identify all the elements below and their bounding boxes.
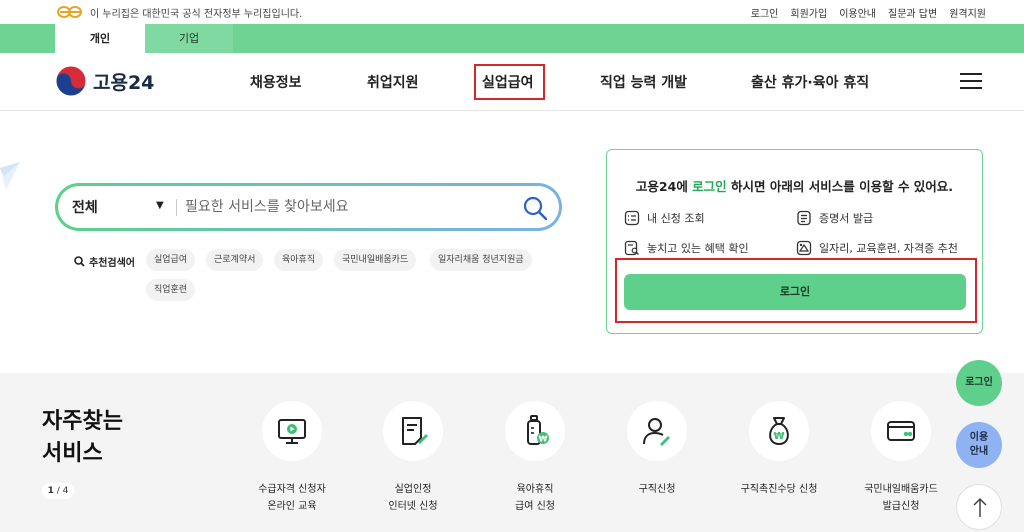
recommendation-icon (796, 240, 812, 256)
favorite-label: 국민내일배움카드 발급신청 (864, 484, 938, 512)
favorite-label: 실업인정 인터넷 신청 (388, 484, 438, 512)
login-card: 고용24에 로그인 하시면 아래의 서비스를 이용할 수 있어요. 내 신청 조… (606, 149, 983, 334)
search-divider (176, 199, 177, 216)
document-edit-icon[interactable] (383, 401, 443, 461)
site-logo[interactable]: 고용24 (55, 65, 154, 97)
caret-down-icon[interactable]: ▼ (156, 200, 164, 211)
recommended-label-text: 추천검색어 (89, 258, 135, 269)
service-missed-benefits: 놓치고 있는 혜택 확인 (624, 240, 749, 256)
scroll-top-button[interactable] (956, 484, 1002, 530)
person-edit-icon[interactable] (627, 401, 687, 461)
money-bag-icon[interactable]: ₩ (749, 401, 809, 461)
favorite-label: 육아휴직 급여 신청 (515, 484, 555, 512)
certificate-icon (797, 210, 811, 226)
pager-separator: / (53, 486, 63, 496)
favorite-unemployment-recognition[interactable]: 실업인정 인터넷 신청 (353, 401, 473, 515)
egov-logo-icon (57, 6, 82, 18)
favorite-label: 수급자격 신청자 온라인 교육 (258, 484, 326, 512)
util-qna-link[interactable]: 질문과 답변 (888, 5, 937, 20)
svg-text:₩: ₩ (773, 431, 784, 442)
main-nav: 고용24 채용정보 취업지원 실업급여 직업 능력 개발 출산 휴가·육아 휴직 (0, 53, 1024, 111)
util-guide-link[interactable]: 이용안내 (839, 5, 876, 20)
svg-text:₩: ₩ (539, 435, 548, 444)
search-bar: 전체 ▼ (55, 183, 562, 231)
tab-corporate[interactable]: 기업 (145, 24, 233, 53)
menu-unemployment-benefit[interactable]: 실업급여 (482, 72, 534, 92)
favorite-title-line1: 자주찾는 (42, 409, 123, 434)
login-button[interactable]: 로그인 (624, 274, 966, 310)
util-login-link[interactable]: 로그인 (751, 5, 779, 20)
search-inner: 전체 ▼ (58, 186, 559, 228)
guide-line1: 이용 (969, 432, 989, 443)
favorite-online-education[interactable]: 수급자격 신청자 온라인 교육 (232, 401, 352, 515)
audience-tab-bar: 개인 기업 (0, 24, 1024, 53)
favorite-job-seeking-allowance[interactable]: ₩ 구직촉진수당 신청 (719, 401, 839, 498)
keyword-chip[interactable]: 근로계약서 (206, 249, 264, 271)
service-label: 놓치고 있는 혜택 확인 (647, 242, 749, 255)
gov-banner: 이 누리집은 대한민국 공식 전자정부 누리집입니다. 로그인 회원가입 이용안… (0, 0, 1024, 24)
pager-total: 4 (62, 486, 69, 496)
favorite-label: 구직신청 (638, 484, 676, 495)
card-icon[interactable] (871, 401, 931, 461)
favorite-learning-card[interactable]: 국민내일배움카드 발급신청 (841, 401, 961, 515)
search-small-icon (74, 256, 85, 267)
paper-plane-deco-icon (0, 162, 20, 190)
search-input[interactable] (185, 194, 505, 220)
gov-banner-text: 이 누리집은 대한민국 공식 전자정부 누리집입니다. (90, 9, 303, 20)
util-remote-support-link[interactable]: 원격지원 (949, 5, 986, 20)
keyword-chip[interactable]: 국민내일배움카드 (334, 249, 417, 271)
floating-guide-button[interactable]: 이용 안내 (956, 422, 1002, 468)
guide-line2: 안내 (969, 446, 989, 457)
favorite-services-section: 자주찾는 서비스 1 / 4 수급자격 신청자 온라인 교육 실업인정 인터넷 … (0, 373, 1024, 532)
service-label: 일자리, 교육훈련, 자격증 추천 (819, 242, 958, 255)
monitor-play-icon[interactable] (262, 401, 322, 461)
login-title-accent: 로그인 (692, 179, 727, 194)
favorite-services-title: 자주찾는 서비스 (42, 406, 123, 470)
search-scope-select[interactable]: 전체 (72, 197, 98, 217)
service-label: 내 신청 조회 (647, 212, 705, 225)
checklist-icon (624, 210, 640, 226)
baby-bottle-icon[interactable]: ₩ (505, 401, 565, 461)
tab-personal[interactable]: 개인 (55, 24, 145, 53)
hamburger-menu-icon[interactable] (960, 73, 982, 89)
favorites-pager[interactable]: 1 / 4 (42, 483, 74, 499)
keyword-chip[interactable]: 실업급여 (146, 249, 196, 271)
favorite-title-line2: 서비스 (42, 441, 103, 466)
login-title-post: 하시면 아래의 서비스를 이용할 수 있어요. (726, 179, 954, 194)
document-search-icon (624, 240, 639, 256)
service-recommendations: 일자리, 교육훈련, 자격증 추천 (796, 240, 958, 256)
menu-employment-support[interactable]: 취업지원 (367, 72, 419, 92)
keyword-chip[interactable]: 육아휴직 (274, 249, 324, 271)
keyword-chip[interactable]: 직업훈련 (146, 279, 196, 301)
keyword-chip[interactable]: 일자리채움 청년지원금 (430, 249, 532, 271)
floating-login-button[interactable]: 로그인 (956, 360, 1002, 406)
login-card-title: 고용24에 로그인 하시면 아래의 서비스를 이용할 수 있어요. (607, 176, 982, 195)
service-certificate: 증명서 발급 (796, 210, 873, 226)
favorite-label: 구직촉진수당 신청 (740, 484, 818, 495)
service-label: 증명서 발급 (819, 212, 874, 225)
menu-maternity-parental-leave[interactable]: 출산 휴가·육아 휴직 (751, 72, 869, 92)
search-icon[interactable] (522, 195, 548, 221)
recommended-keywords-label: 추천검색어 (74, 254, 135, 269)
favorite-parental-leave-benefit[interactable]: ₩ 육아휴직 급여 신청 (475, 401, 595, 515)
arrow-up-icon (973, 497, 987, 517)
login-title-pre: 고용24에 (635, 179, 693, 194)
service-my-applications: 내 신청 조회 (624, 210, 705, 226)
logo-text: 고용24 (93, 71, 155, 94)
taegeuk-logo-icon (55, 65, 87, 97)
utility-links: 로그인 회원가입 이용안내 질문과 답변 원격지원 (751, 5, 986, 20)
menu-recruitment-info[interactable]: 채용정보 (250, 72, 302, 92)
favorite-job-application[interactable]: 구직신청 (597, 401, 717, 498)
util-signup-link[interactable]: 회원가입 (790, 5, 827, 20)
menu-vocational-training[interactable]: 직업 능력 개발 (600, 72, 687, 92)
